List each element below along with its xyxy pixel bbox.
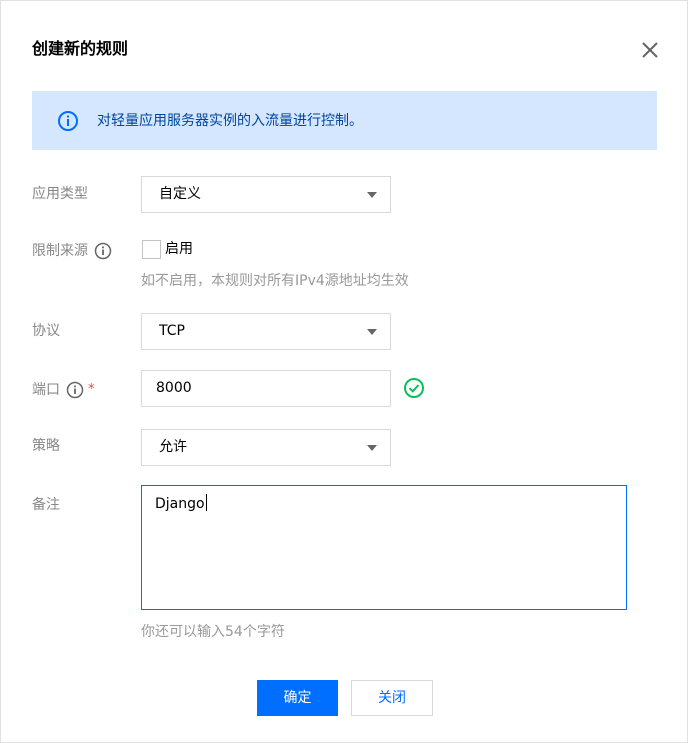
app-type-label-text: 应用类型 (32, 186, 88, 202)
confirm-button[interactable]: 确定 (257, 680, 338, 716)
notice-text: 对轻量应用服务器实例的入流量进行控制。 (97, 113, 363, 129)
port-input[interactable]: 8000 (141, 370, 391, 407)
source-limit-label-text: 限制来源 (32, 243, 88, 259)
required-mark: * (88, 382, 95, 397)
remark-label: 备注 (32, 495, 60, 515)
port-label: 端口 * (32, 380, 95, 400)
source-limit-checkbox-label[interactable]: 启用 (165, 240, 193, 259)
check-circle-icon (404, 378, 424, 398)
app-type-select[interactable]: 自定义 (141, 176, 391, 213)
policy-label: 策略 (32, 436, 60, 456)
app-type-label: 应用类型 (32, 184, 88, 204)
create-rule-dialog: 创建新的规则 对轻量应用服务器实例的入流量进行控制。 应用类型 自定义 限制来源… (0, 0, 688, 743)
info-icon (58, 111, 78, 131)
protocol-value: TCP (159, 323, 185, 339)
remark-label-text: 备注 (32, 497, 60, 513)
app-type-value: 自定义 (159, 186, 201, 202)
dialog-title: 创建新的规则 (32, 39, 129, 58)
chevron-down-icon (367, 192, 377, 198)
source-limit-checkbox[interactable] (142, 240, 161, 259)
protocol-label: 协议 (32, 321, 60, 341)
info-icon[interactable] (94, 242, 112, 260)
text-cursor (205, 494, 207, 511)
close-button[interactable]: 关闭 (351, 680, 433, 716)
protocol-select[interactable]: TCP (141, 313, 391, 350)
remark-textarea[interactable]: Django (141, 485, 627, 610)
policy-label-text: 策略 (32, 438, 60, 454)
source-limit-label: 限制来源 (32, 241, 112, 261)
close-icon[interactable] (639, 39, 661, 61)
chevron-down-icon (367, 445, 377, 451)
port-value: 8000 (156, 380, 192, 396)
chevron-down-icon (367, 329, 377, 335)
policy-select[interactable]: 允许 (141, 429, 391, 466)
notice-banner: 对轻量应用服务器实例的入流量进行控制。 (32, 91, 657, 150)
remark-hint: 你还可以输入54个字符 (141, 624, 285, 640)
protocol-label-text: 协议 (32, 323, 60, 339)
port-label-text: 端口 (32, 382, 60, 398)
remark-value: Django (155, 494, 207, 514)
policy-value: 允许 (159, 439, 187, 455)
info-icon[interactable] (66, 381, 84, 399)
source-limit-hint: 如不启用，本规则对所有IPv4源地址均生效 (141, 273, 409, 289)
remark-text: Django (155, 496, 205, 512)
